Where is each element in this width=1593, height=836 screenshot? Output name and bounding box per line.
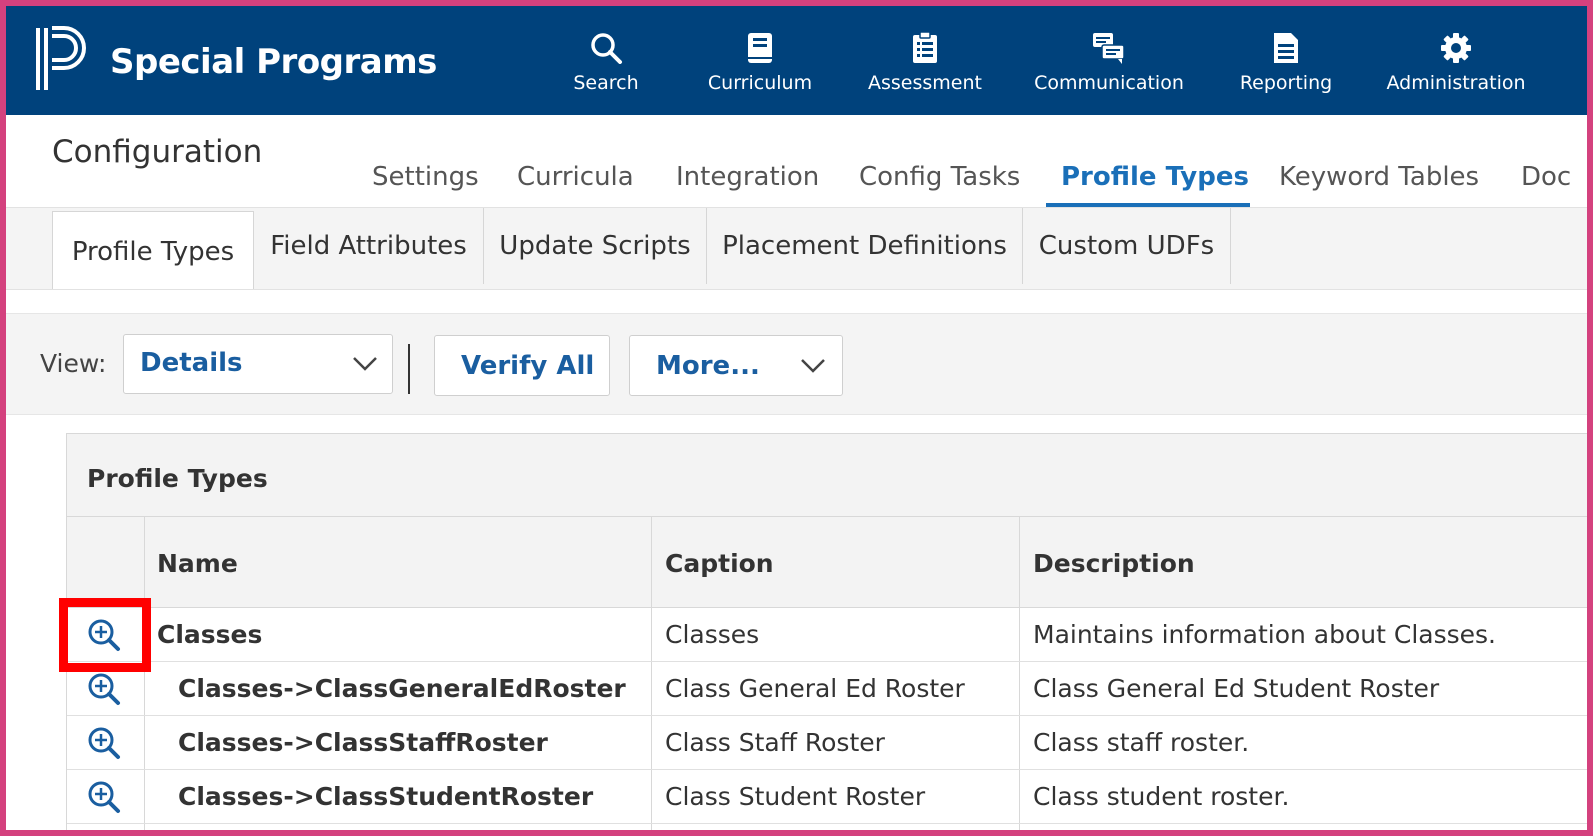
view-select-value: Details [140,348,243,378]
subtab-placement-definitions[interactable]: Placement Definitions [707,208,1023,284]
row-name: Classes->ClassStudentRoster [178,782,594,811]
nav-search-label: Search [573,72,639,94]
subtab-field-attributes-label: Field Attributes [270,231,467,261]
nav-curriculum-label: Curriculum [707,72,813,94]
tab-integration[interactable]: Integration [676,162,819,192]
top-nav-bar: Special Programs Search Curriculum Asses… [6,6,1587,115]
tab-settings[interactable]: Settings [372,162,479,192]
subtab-field-attributes[interactable]: Field Attributes [254,208,484,284]
row-description: Class General Ed Student Roster [1033,674,1440,703]
row-name: Classes [157,620,263,649]
tab-profile-types[interactable]: Profile Types [1061,162,1249,192]
table-row[interactable]: Classes->ClassStaffRoster Class Staff Ro… [67,716,1587,770]
row-caption: Class Staff Roster [665,728,885,757]
tab-curricula[interactable]: Curricula [517,162,634,192]
chevron-down-icon [353,357,377,371]
more-label: More... [656,351,760,381]
tab-keyword-tables[interactable]: Keyword Tables [1279,162,1479,192]
view-select[interactable]: Details [123,334,393,394]
column-header-description[interactable]: Description [1033,549,1195,578]
powerschool-logo-icon [36,26,86,90]
table-row[interactable]: Classes->ClassGeneralEdRoster Class Gene… [67,662,1587,716]
nav-reporting[interactable]: Reporting [1236,32,1336,94]
chevron-down-icon [801,359,825,373]
more-dropdown-button[interactable]: More... [629,335,843,396]
subtab-update-scripts-label: Update Scripts [499,231,691,261]
row-caption: Classes [665,620,760,649]
zoom-in-icon[interactable] [87,726,121,760]
row-name: Classes->ClassGeneralEdRoster [178,674,626,703]
nav-administration-label: Administration [1386,72,1526,94]
book-icon [748,33,772,63]
profile-types-panel: Profile Types Name Caption Description C… [66,433,1587,830]
tab-config-tasks[interactable]: Config Tasks [859,162,1020,192]
clipboard-icon [913,32,937,63]
subtab-placement-definitions-label: Placement Definitions [722,231,1007,261]
zoom-in-icon[interactable] [87,672,121,706]
nav-communication-label: Communication [1034,72,1184,94]
panel-header: Profile Types [67,434,1587,517]
subtab-profile-types[interactable]: Profile Types [52,211,254,291]
nav-administration[interactable]: Administration [1384,32,1528,94]
table-row[interactable]: Classes->ClassStudentRoster Class Studen… [67,770,1587,824]
row-description: Class staff roster. [1033,728,1250,757]
config-tabs: Settings Curricula Integration Config Ta… [6,156,1587,208]
app-window: Special Programs Search Curriculum Asses… [6,6,1587,830]
nav-search[interactable]: Search [566,32,646,94]
content-spacer [6,289,1587,316]
zoom-in-icon[interactable] [87,780,121,814]
table-row[interactable]: Classes Classes Maintains information ab… [67,608,1587,662]
nav-curriculum[interactable]: Curriculum [704,32,816,94]
verify-all-button[interactable]: Verify All [434,335,610,396]
view-label: View: [40,349,107,378]
subtab-update-scripts[interactable]: Update Scripts [484,208,707,284]
verify-all-label: Verify All [461,351,595,381]
document-icon [1274,33,1298,63]
row-caption: Class Student Roster [665,782,926,811]
subtab-custom-udfs-label: Custom UDFs [1038,231,1215,261]
column-header-name[interactable]: Name [157,549,238,578]
tab-doc[interactable]: Doc [1521,162,1571,192]
column-header-caption[interactable]: Caption [665,549,774,578]
brand-name[interactable]: Special Programs [110,42,437,82]
row-name: Classes->ClassStaffRoster [178,728,548,757]
panel-title: Profile Types [87,464,268,493]
toolbar-divider [408,344,410,394]
nav-communication[interactable]: Communication [1033,32,1185,94]
chat-icon [1093,33,1125,64]
highlight-box [59,598,151,672]
row-caption: Class General Ed Roster [665,674,965,703]
nav-reporting-label: Reporting [1239,72,1333,94]
subtab-custom-udfs[interactable]: Custom UDFs [1023,208,1231,284]
nav-assessment[interactable]: Assessment [866,32,984,94]
row-description: Class student roster. [1033,782,1290,811]
search-icon [591,33,622,64]
row-description: Maintains information about Classes. [1033,620,1497,649]
table-header: Name Caption Description [67,517,1587,608]
gear-icon [1441,33,1471,63]
nav-assessment-label: Assessment [868,72,982,94]
subtab-profile-types-label: Profile Types [71,236,235,267]
